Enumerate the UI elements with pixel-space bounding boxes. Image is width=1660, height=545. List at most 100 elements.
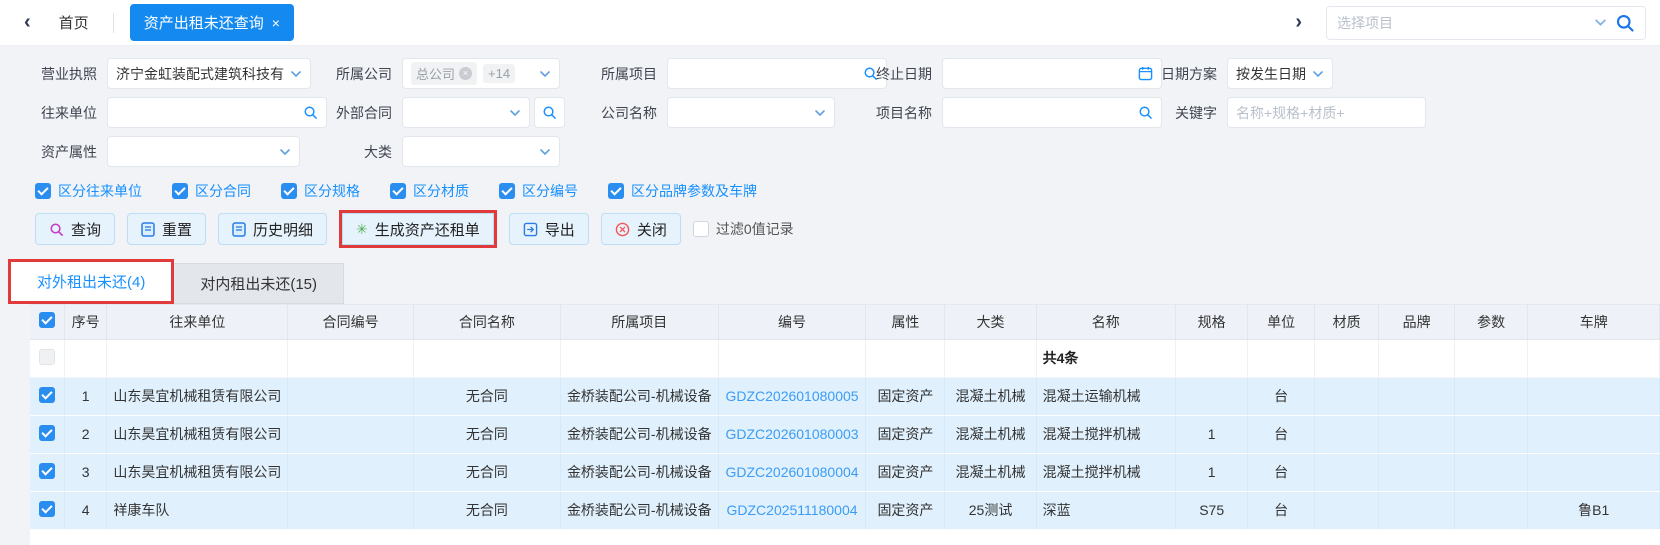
major-category-select[interactable] (402, 136, 560, 167)
cell-code[interactable]: GDZC202601080003 (718, 415, 866, 453)
checkbox-checked-icon[interactable] (499, 183, 515, 199)
cell-attribute: 固定资产 (866, 415, 945, 453)
filter-project-name: 项目名称 (870, 97, 1105, 128)
cell-contract_no (288, 415, 413, 453)
cell-code[interactable]: GDZC202601080005 (718, 377, 866, 415)
project-select[interactable] (1326, 6, 1646, 40)
empty-cell (1175, 339, 1248, 377)
tab-external-rentals[interactable]: 对外租出未还(4) (11, 262, 171, 301)
keyword-input-field[interactable] (1236, 105, 1417, 121)
filter-asset-attribute: 资产属性 (35, 136, 300, 167)
back-arrow-icon[interactable]: ‹ (14, 11, 41, 34)
table-row[interactable]: 1山东昊宜机械租赁有限公司无合同金桥装配公司-机械设备GDZC202601080… (30, 377, 1660, 415)
external-contract-select[interactable] (402, 97, 530, 128)
counterparty-input[interactable] (107, 97, 327, 128)
option-distinguish-contract[interactable]: 区分合同 (172, 181, 251, 201)
forward-arrow-icon[interactable]: › (1285, 11, 1312, 34)
cell-spec (1175, 377, 1248, 415)
option-distinguish-code[interactable]: 区分编号 (499, 181, 578, 201)
company-name-select[interactable] (667, 97, 835, 128)
column-header: 属性 (866, 305, 945, 339)
table-row[interactable]: 3山东昊宜机械租赁有限公司无合同金桥装配公司-机械设备GDZC202601080… (30, 453, 1660, 491)
field-label: 资产属性 (35, 142, 97, 162)
checkbox-checked-icon[interactable] (39, 387, 55, 403)
search-icon[interactable] (303, 105, 318, 120)
field-label: 日期方案 (1155, 64, 1217, 84)
end-date-input[interactable] (942, 58, 1162, 89)
table-row[interactable]: 2山东昊宜机械租赁有限公司无合同金桥装配公司-机械设备GDZC202601080… (30, 415, 1660, 453)
end-date-input-field[interactable] (951, 66, 1132, 82)
tab-asset-rental-query[interactable]: 资产出租未还查询 × (130, 4, 294, 41)
checkbox-checked-icon[interactable] (39, 425, 55, 441)
remove-tag-icon[interactable]: × (459, 67, 472, 80)
sparkle-icon: ✳ (356, 222, 368, 236)
checkbox-checked-icon[interactable] (39, 501, 55, 517)
field-label: 公司名称 (595, 103, 657, 123)
search-icon[interactable] (1138, 105, 1153, 120)
checkbox-unchecked-icon[interactable] (693, 221, 709, 237)
query-button[interactable]: 查询 (35, 213, 115, 245)
project-input-field[interactable] (676, 66, 857, 82)
company-tag: 总公司× (411, 62, 477, 85)
export-button[interactable]: 导出 (509, 213, 589, 245)
field-label: 项目名称 (870, 103, 932, 123)
project-name-input[interactable] (942, 97, 1162, 128)
row-checkbox[interactable] (30, 453, 64, 491)
reset-button[interactable]: 重置 (127, 213, 206, 245)
cell-attribute: 固定资产 (866, 491, 945, 529)
cell-contract_no (288, 491, 413, 529)
filter-external-contract: 外部合同 (330, 97, 565, 128)
project-input[interactable] (667, 58, 887, 89)
cell-brand (1379, 415, 1454, 453)
checkbox-checked-icon[interactable] (172, 183, 188, 199)
chevron-down-icon (1594, 16, 1607, 29)
counterparty-input-field[interactable] (116, 105, 297, 121)
date-plan-select[interactable]: 按发生日期 (1227, 58, 1333, 89)
filter-company: 所属公司 总公司× +14 (330, 58, 560, 89)
cell-material (1314, 415, 1379, 453)
row-checkbox[interactable] (30, 415, 64, 453)
cell-counterparty: 祥康车队 (107, 491, 288, 529)
empty-cell (1528, 339, 1660, 377)
business-license-select[interactable]: 济宁金虹装配式建筑科技有 (107, 58, 311, 89)
filter-zero-option[interactable]: 过滤0值记录 (693, 219, 794, 239)
option-distinguish-material[interactable]: 区分材质 (390, 181, 469, 201)
search-icon[interactable] (1615, 13, 1635, 33)
history-detail-button[interactable]: 历史明细 (218, 213, 327, 245)
filter-keyword: 关键字 (1155, 97, 1338, 128)
select-value: 按发生日期 (1236, 64, 1306, 84)
checkbox-checked-icon[interactable] (608, 183, 624, 199)
checkbox-checked-icon[interactable] (390, 183, 406, 199)
summary-row: 共4条 (30, 339, 1660, 377)
checkbox-checked-icon[interactable] (39, 312, 55, 328)
asset-attribute-select[interactable] (107, 136, 300, 167)
option-distinguish-spec[interactable]: 区分规格 (281, 181, 360, 201)
option-distinguish-counterparty[interactable]: 区分往来单位 (35, 181, 142, 201)
close-button[interactable]: 关闭 (601, 213, 681, 245)
cell-code[interactable]: GDZC202511180004 (718, 491, 866, 529)
row-checkbox[interactable] (30, 491, 64, 529)
checkbox-checked-icon[interactable] (281, 183, 297, 199)
chevron-down-icon (509, 107, 521, 119)
filter-project: 所属项目 (595, 58, 835, 89)
tab-label: 资产出租未还查询 (144, 12, 264, 33)
external-contract-search-button[interactable] (534, 97, 565, 128)
calendar-icon[interactable] (1138, 66, 1153, 81)
project-select-input[interactable] (1337, 15, 1594, 31)
tab-internal-rentals[interactable]: 对内租出未还(15) (174, 263, 344, 304)
company-multiselect[interactable]: 总公司× +14 (402, 58, 560, 89)
checkbox-checked-icon[interactable] (39, 463, 55, 479)
option-distinguish-brand-plate[interactable]: 区分品牌参数及车牌 (608, 181, 757, 201)
project-name-input-field[interactable] (951, 105, 1132, 121)
generate-return-order-button[interactable]: ✳ 生成资产还租单 (342, 213, 494, 245)
column-header: 大类 (945, 305, 1036, 339)
row-checkbox[interactable] (30, 377, 64, 415)
tab-home[interactable]: 首页 (41, 12, 107, 33)
cell-seq: 3 (64, 453, 107, 491)
table-row[interactable]: 4祥康车队无合同金桥装配公司-机械设备GDZC202511180004固定资产2… (30, 491, 1660, 529)
cell-code[interactable]: GDZC202601080004 (718, 453, 866, 491)
keyword-input[interactable] (1227, 97, 1426, 128)
select-all-checkbox[interactable] (30, 305, 64, 339)
checkbox-checked-icon[interactable] (35, 183, 51, 199)
close-tab-icon[interactable]: × (272, 15, 280, 31)
